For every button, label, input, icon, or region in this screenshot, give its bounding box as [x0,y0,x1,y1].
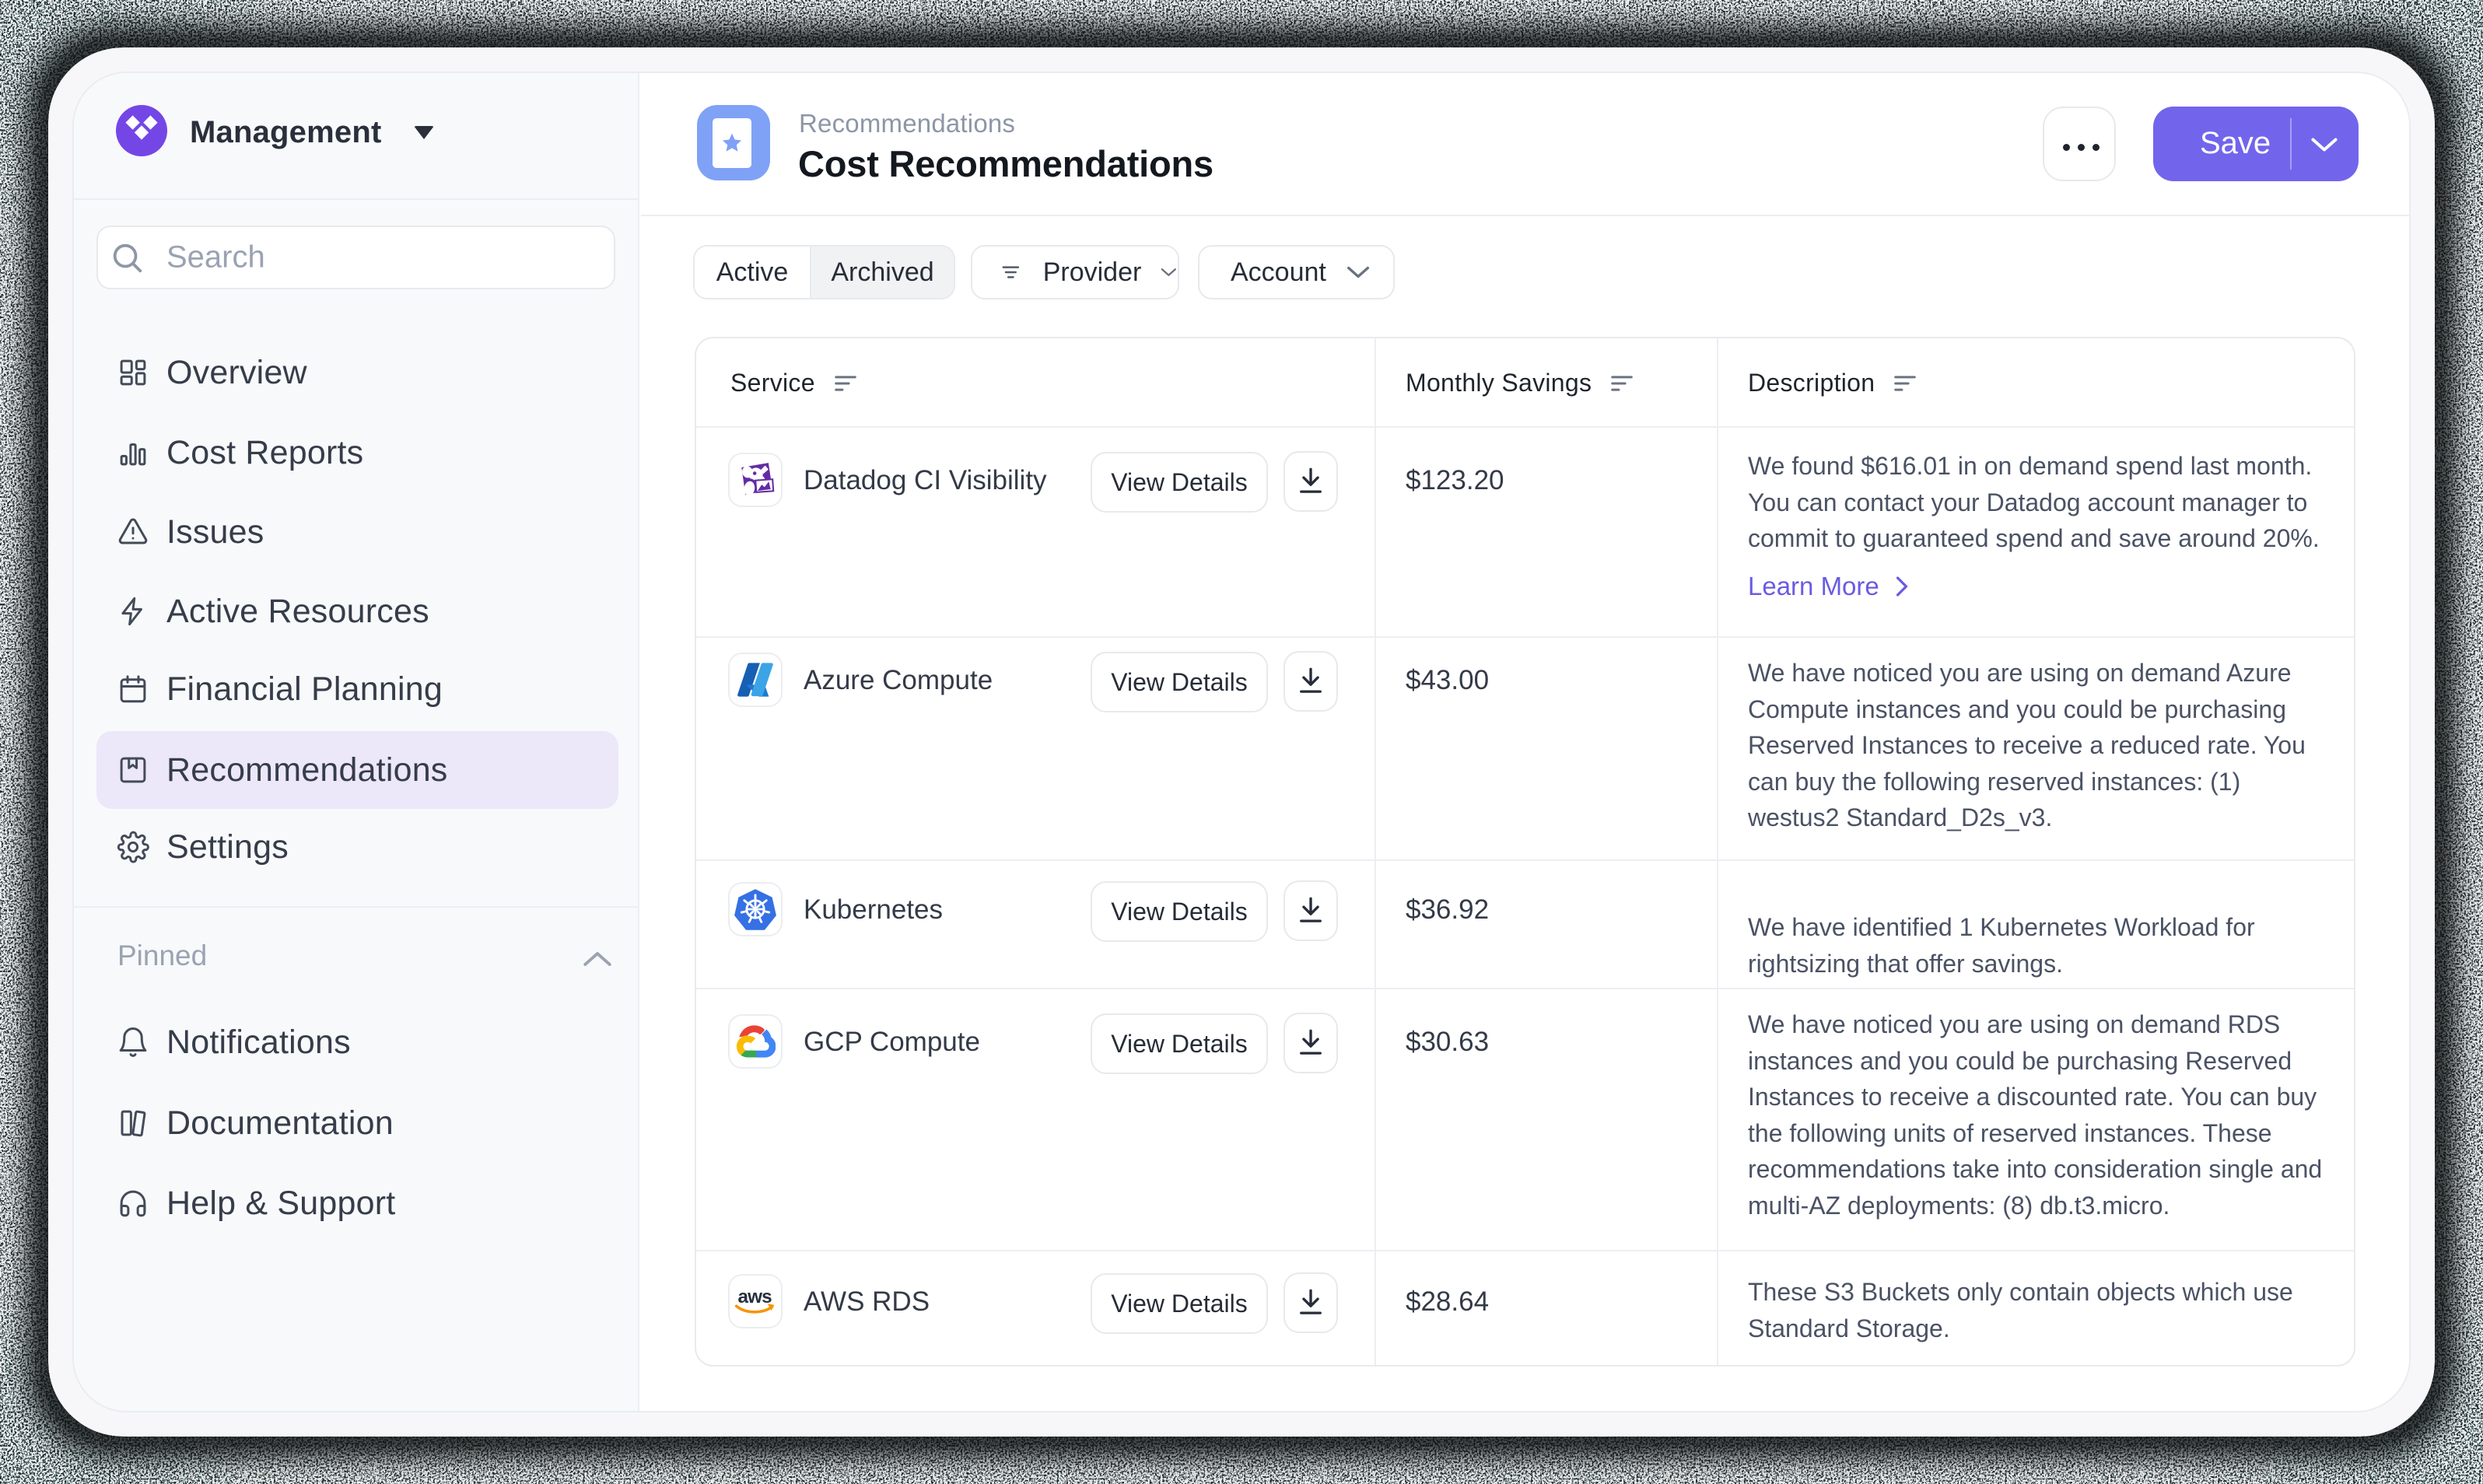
svg-text:aws: aws [737,1286,772,1307]
